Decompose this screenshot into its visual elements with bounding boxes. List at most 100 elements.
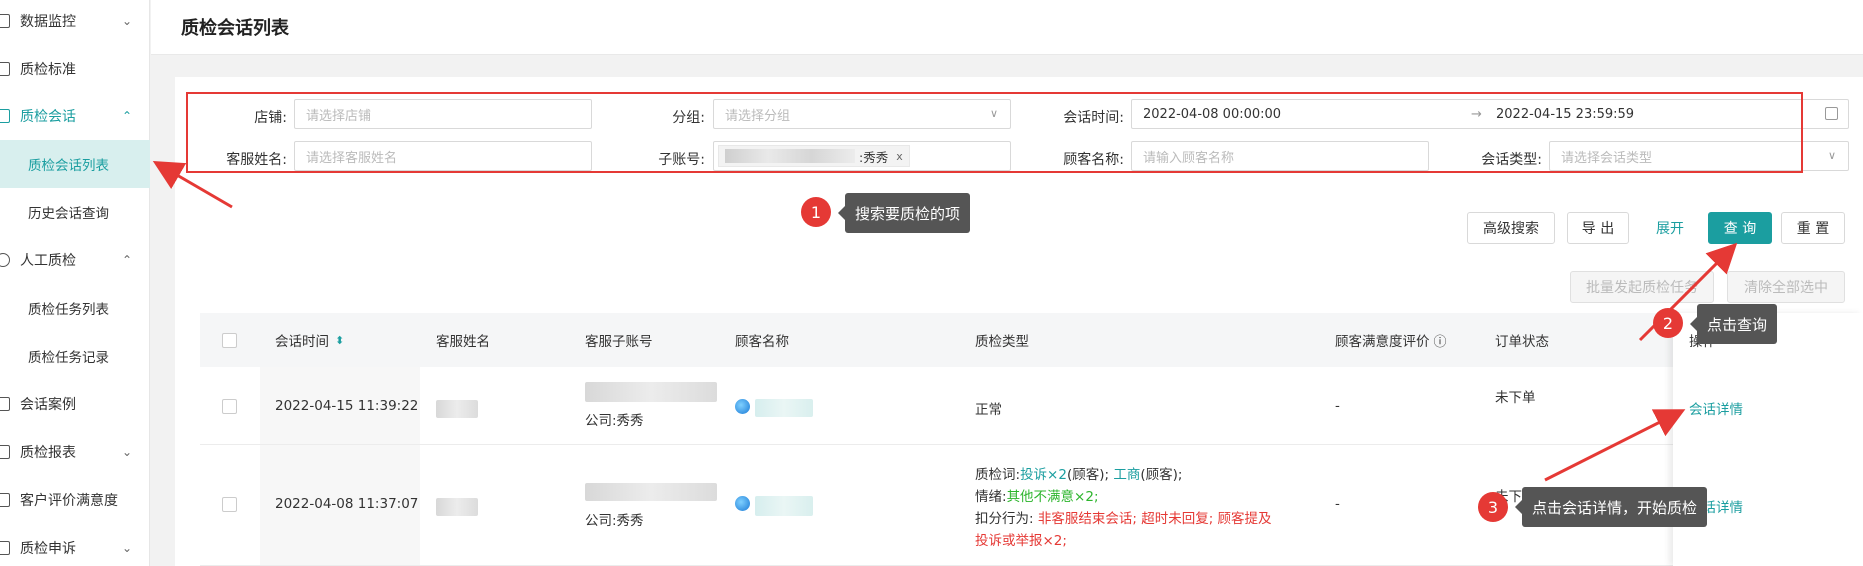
table-header: 会话时间 ⬍ 客服姓名 客服子账号 顾客名称 质检类型 顾客满意度评价 ⓘ 订单…	[200, 313, 1863, 367]
sidebar-item-qc-appeal[interactable]: 质检申诉 ⌄	[0, 524, 150, 566]
sidebar-item-task-records[interactable]: 质检任务记录	[0, 332, 150, 380]
qc-emotion-label: 情绪:	[975, 489, 1007, 505]
chevron-up-icon: ⌃	[122, 253, 133, 267]
column-qc-type: 质检类型	[975, 334, 1029, 350]
sidebar-item-label: 质检任务列表	[28, 302, 109, 318]
sidebar-item-label: 客户评价满意度	[20, 493, 118, 509]
sort-icon[interactable]: ⬍	[335, 334, 344, 347]
satisfaction: -	[1335, 496, 1340, 512]
sidebar-item-label: 质检报表	[20, 445, 76, 461]
user-icon	[0, 253, 10, 267]
redacted-subaccount	[585, 483, 717, 501]
chat-icon	[0, 109, 10, 123]
search-highlight-box	[186, 92, 1803, 173]
redacted-customer-name	[755, 399, 813, 417]
sidebar-item-qc-session[interactable]: 质检会话 ⌃	[0, 92, 150, 140]
sidebar-item-history-query[interactable]: 历史会话查询	[0, 188, 150, 236]
layers-icon	[0, 397, 10, 411]
column-order-status: 订单状态	[1495, 334, 1549, 350]
qc-keyword: 工商	[1113, 467, 1141, 483]
order-status: 未下单	[1495, 390, 1536, 406]
info-icon[interactable]: ⓘ	[1434, 331, 1447, 350]
chevron-down-icon: ∨	[1827, 149, 1836, 162]
sidebar-item-label: 数据监控	[20, 14, 76, 30]
session-detail-link[interactable]: 会话详情	[1689, 398, 1743, 418]
clear-all-selected-button[interactable]: 清除全部选中	[1727, 271, 1845, 303]
qc-emotion-value: 其他不满意×2	[1006, 489, 1094, 505]
expand-button[interactable]: 展开	[1640, 212, 1700, 244]
sidebar-item-qc-report[interactable]: 质检报表 ⌄	[0, 428, 150, 476]
redacted-customer-name	[755, 496, 813, 516]
sidebar-item-task-list[interactable]: 质检任务列表	[0, 284, 150, 332]
sidebar-item-label: 质检会话列表	[28, 158, 109, 174]
page-header: 质检会话列表	[151, 0, 1863, 55]
qc-type: 正常	[975, 402, 1002, 418]
step-badge: 1	[801, 197, 831, 227]
document-icon	[0, 62, 10, 76]
qc-keyword-source: (顾客);	[1140, 467, 1183, 483]
row-checkbox[interactable]	[222, 399, 237, 414]
qc-keywords-label: 质检词:	[975, 467, 1021, 483]
qc-deduction-label: 扣分行为:	[975, 511, 1034, 527]
calendar-icon	[1825, 107, 1838, 120]
sidebar-item-label: 会话案例	[20, 397, 76, 413]
select-all-checkbox[interactable]	[222, 333, 237, 348]
qc-deduction-value-cont: 投诉或举报×2;	[975, 533, 1067, 549]
qc-emotion-line: 情绪:其他不满意×2;	[975, 486, 1272, 508]
row-checkbox[interactable]	[222, 497, 237, 512]
sidebar-item-qc-session-list[interactable]: 质检会话列表	[0, 140, 150, 188]
query-button[interactable]: 查 询	[1708, 212, 1772, 244]
chevron-down-icon: ⌄	[122, 541, 133, 555]
step-badge: 3	[1478, 492, 1508, 522]
column-satisfaction: 顾客满意度评价 ⓘ	[1335, 313, 1447, 367]
chevron-up-icon: ⌃	[122, 109, 133, 123]
chevron-down-icon: ⌄	[122, 14, 133, 28]
sidebar-item-qc-standard[interactable]: 质检标准	[0, 45, 150, 93]
sidebar-item-label: 质检任务记录	[28, 350, 109, 366]
star-icon	[0, 493, 10, 507]
column-label: 会话时间	[275, 334, 329, 350]
qc-deduction-value: 非客服结束会话; 超时未回复; 顾客提及	[1037, 511, 1272, 527]
redacted-subaccount	[585, 382, 717, 402]
qc-deduction-line: 扣分行为: 非客服结束会话; 超时未回复; 顾客提及	[975, 508, 1272, 530]
qc-keywords-line: 质检词:投诉×2(顾客); 工商(顾客);	[975, 464, 1272, 486]
platform-icon	[735, 496, 750, 511]
chevron-down-icon: ⌄	[122, 445, 133, 459]
advanced-search-button[interactable]: 高级搜索	[1467, 212, 1555, 244]
qc-keyword-source: (顾客);	[1066, 467, 1110, 483]
reset-button[interactable]: 重 置	[1781, 212, 1845, 244]
satisfaction: -	[1335, 398, 1340, 414]
sidebar-item-session-cases[interactable]: 会话案例	[0, 380, 150, 428]
sidebar-item-label: 质检标准	[20, 62, 76, 78]
page-title: 质检会话列表	[181, 18, 289, 39]
batch-qc-task-button[interactable]: 批量发起质检任务	[1570, 271, 1714, 303]
sidebar-item-manual-qc[interactable]: 人工质检 ⌃	[0, 236, 150, 284]
fixed-action-column: 操作 会话详情 会话详情	[1673, 313, 1863, 566]
table-row: 2022-04-15 11:39:22 公司:秀秀 正常 - 未下单	[200, 367, 1863, 445]
sidebar-item-label: 人工质检	[20, 253, 76, 269]
sidebar-item-label: 质检会话	[20, 109, 76, 125]
sidebar-item-satisfaction[interactable]: 客户评价满意度	[0, 476, 150, 524]
step-tooltip: 搜索要质检的项	[837, 193, 971, 233]
sidebar-item-data-monitor[interactable]: 数据监控 ⌄	[0, 0, 150, 45]
column-agent-subaccount: 客服子账号	[585, 334, 653, 350]
column-session-time[interactable]: 会话时间 ⬍	[275, 313, 344, 367]
step-badge: 2	[1653, 308, 1683, 338]
agent-subaccount: 公司:秀秀	[585, 413, 644, 429]
column-label: 顾客满意度评价	[1335, 334, 1430, 350]
chart-icon	[0, 14, 10, 28]
qc-keyword: 投诉×2	[1020, 467, 1067, 483]
step-tooltip: 点击会话详情，开始质检	[1514, 487, 1708, 527]
platform-icon	[735, 399, 750, 414]
report-icon	[0, 445, 10, 459]
appeal-icon	[0, 541, 10, 555]
sidebar-item-label: 质检申诉	[20, 541, 76, 557]
sidebar: 数据监控 ⌄ 质检标准 质检会话 ⌃ 质检会话列表 历史会话查询 人工质检 ⌃ …	[0, 0, 150, 566]
redacted-agent-name	[436, 400, 478, 418]
export-button[interactable]: 导 出	[1567, 212, 1629, 244]
redacted-agent-name	[436, 498, 478, 516]
qc-emotion-suffix: ;	[1093, 489, 1099, 505]
session-time: 2022-04-15 11:39:22	[275, 398, 419, 414]
sidebar-item-label: 历史会话查询	[28, 206, 109, 222]
column-customer-name: 顾客名称	[735, 334, 789, 350]
